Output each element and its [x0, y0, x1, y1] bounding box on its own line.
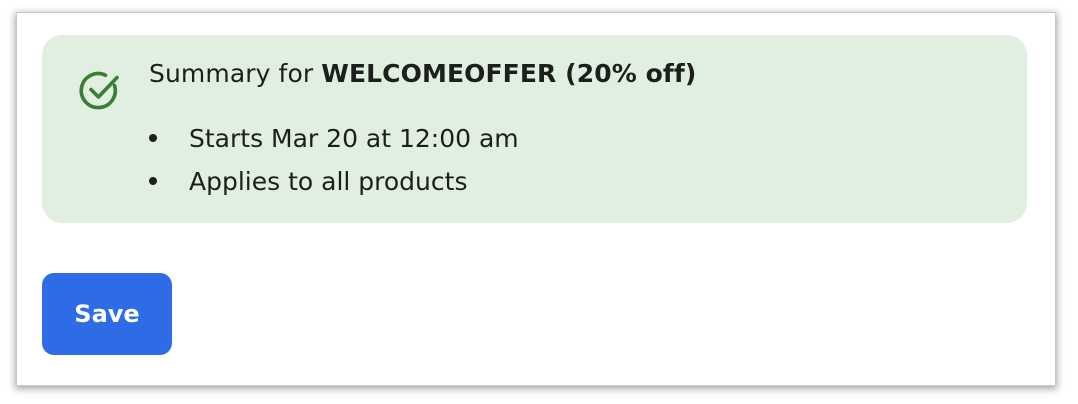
summary-title-prefix: Summary for	[149, 59, 322, 88]
summary-details-list: Starts Mar 20 at 12:00 am Applies to all…	[149, 117, 519, 203]
discount-code: WELCOMEOFFER (20% off)	[321, 59, 697, 88]
bullet-icon	[149, 134, 157, 142]
check-circle-icon	[79, 71, 119, 110]
save-button[interactable]: Save	[42, 273, 172, 355]
summary-title: Summary for WELCOMEOFFER (20% off)	[149, 59, 696, 88]
discount-summary-card: Summary for WELCOMEOFFER (20% off) Start…	[42, 35, 1027, 223]
discount-form-panel: Summary for WELCOMEOFFER (20% off) Start…	[17, 13, 1055, 385]
summary-item-start-date: Starts Mar 20 at 12:00 am	[149, 117, 519, 160]
summary-item-text: Starts Mar 20 at 12:00 am	[189, 124, 519, 153]
summary-item-text: Applies to all products	[189, 167, 468, 196]
summary-item-applies-to: Applies to all products	[149, 160, 519, 203]
bullet-icon	[149, 177, 157, 185]
